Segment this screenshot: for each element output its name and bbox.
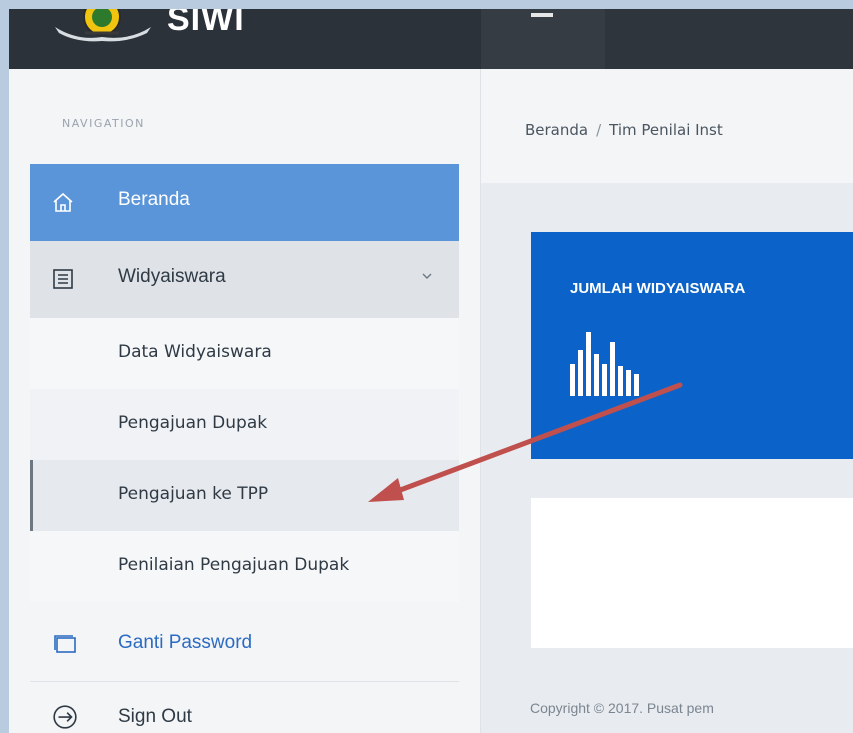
sidebar-item-label: Beranda bbox=[118, 189, 190, 210]
footer-copyright: Copyright © 2017. Pusat pem bbox=[530, 700, 714, 716]
stat-card-jumlah-widyaiswara[interactable]: JUMLAH WIDYAISWARA bbox=[531, 232, 853, 459]
submenu-item-label: Penilaian Pengajuan Dupak bbox=[118, 555, 350, 575]
submenu-item-pengajuan-dupak[interactable]: Pengajuan Dupak bbox=[30, 389, 459, 460]
submenu-item-label: Pengajuan Dupak bbox=[118, 413, 268, 433]
submenu-item-data-widyaiswara[interactable]: Data Widyaiswara bbox=[30, 318, 459, 389]
logo-emblem bbox=[55, 9, 151, 42]
breadcrumb-separator: / bbox=[596, 121, 602, 139]
sidebar-item-label: Sign Out bbox=[118, 706, 192, 727]
divider bbox=[30, 681, 459, 682]
top-bar-right bbox=[605, 9, 853, 69]
menu-toggle-button[interactable] bbox=[481, 9, 605, 69]
content-card bbox=[531, 498, 853, 648]
sidebar-item-widyaiswara[interactable]: Widyaiswara bbox=[30, 241, 459, 318]
sidebar-item-beranda[interactable]: Beranda bbox=[30, 164, 459, 241]
app-name: SIWI bbox=[167, 9, 245, 38]
sidebar-item-label: Widyaiswara bbox=[118, 266, 226, 287]
breadcrumb: Beranda / Tim Penilai Inst bbox=[525, 121, 723, 139]
app-window: SIWI NAVIGATION Beranda Widyaiswara Data… bbox=[9, 9, 853, 733]
breadcrumb-current: Tim Penilai Inst bbox=[609, 121, 723, 139]
submenu-item-label: Pengajuan ke TPP bbox=[118, 484, 269, 504]
sign-out-icon bbox=[53, 705, 77, 729]
submenu-item-penilaian-pengajuan-dupak[interactable]: Penilaian Pengajuan Dupak bbox=[30, 531, 459, 602]
document-list-icon bbox=[53, 269, 73, 289]
submenu-item-pengajuan-ke-tpp[interactable]: Pengajuan ke TPP bbox=[30, 460, 459, 531]
sidebar-item-ganti-password[interactable]: Ganti Password bbox=[30, 609, 459, 679]
sidebar: NAVIGATION Beranda Widyaiswara Data Widy… bbox=[9, 69, 481, 733]
breadcrumb-home-link[interactable]: Beranda bbox=[525, 121, 588, 139]
stat-card-title: JUMLAH WIDYAISWARA bbox=[570, 280, 746, 297]
top-bar: SIWI bbox=[9, 9, 853, 69]
chevron-down-icon bbox=[422, 273, 432, 279]
main-content: Beranda / Tim Penilai Inst JUMLAH WIDYAISW… bbox=[481, 69, 853, 733]
brand-area: SIWI bbox=[9, 9, 481, 69]
nav-heading: NAVIGATION bbox=[62, 117, 145, 130]
sidebar-item-label: Ganti Password bbox=[118, 632, 253, 653]
breadcrumb-bar: Beranda / Tim Penilai Inst bbox=[481, 69, 853, 183]
window-icon bbox=[54, 635, 76, 653]
home-icon bbox=[53, 192, 73, 212]
active-marker bbox=[30, 460, 33, 531]
submenu-item-label: Data Widyaiswara bbox=[118, 342, 272, 362]
sidebar-item-sign-out[interactable]: Sign Out bbox=[30, 683, 459, 733]
hamburger-icon bbox=[531, 13, 553, 17]
bar-chart-icon bbox=[570, 332, 639, 396]
